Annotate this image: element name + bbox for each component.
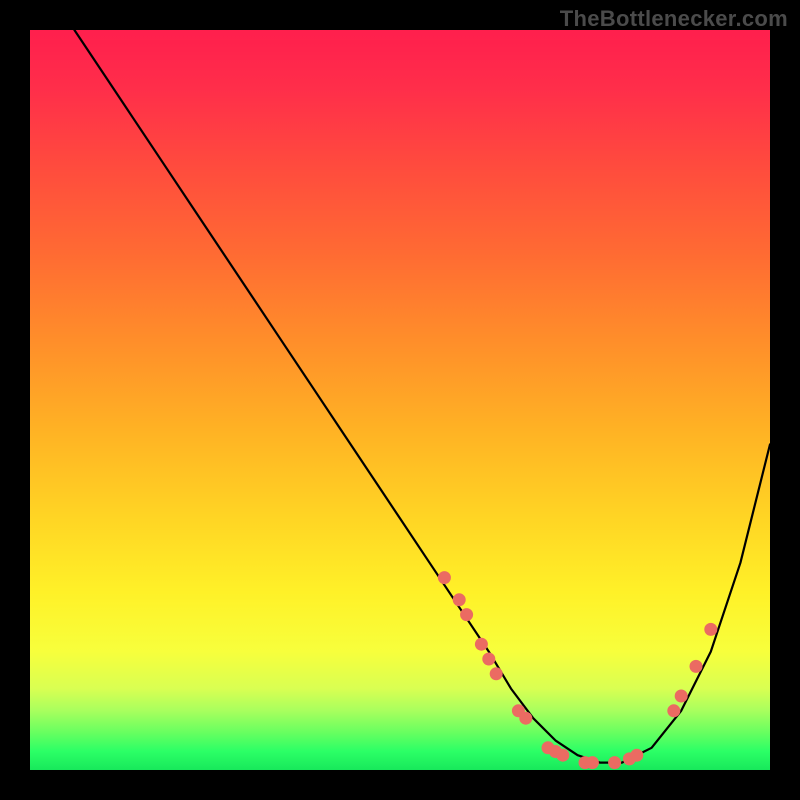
marker-point [690,660,703,673]
marker-point [475,638,488,651]
plot-area [30,30,770,770]
marker-point [556,749,569,762]
marker-point [453,593,466,606]
bottleneck-curve [74,30,770,763]
marker-point [667,704,680,717]
marker-point [704,623,717,636]
marker-point [490,667,503,680]
marker-point [675,690,688,703]
marker-point [460,608,473,621]
marker-group [438,571,717,769]
marker-point [608,756,621,769]
marker-point [519,712,532,725]
marker-point [630,749,643,762]
marker-point [438,571,451,584]
marker-point [586,756,599,769]
marker-point [482,653,495,666]
curve-svg [30,30,770,770]
chart-frame: TheBottleneсker.com [0,0,800,800]
watermark-text: TheBottleneсker.com [560,6,788,32]
